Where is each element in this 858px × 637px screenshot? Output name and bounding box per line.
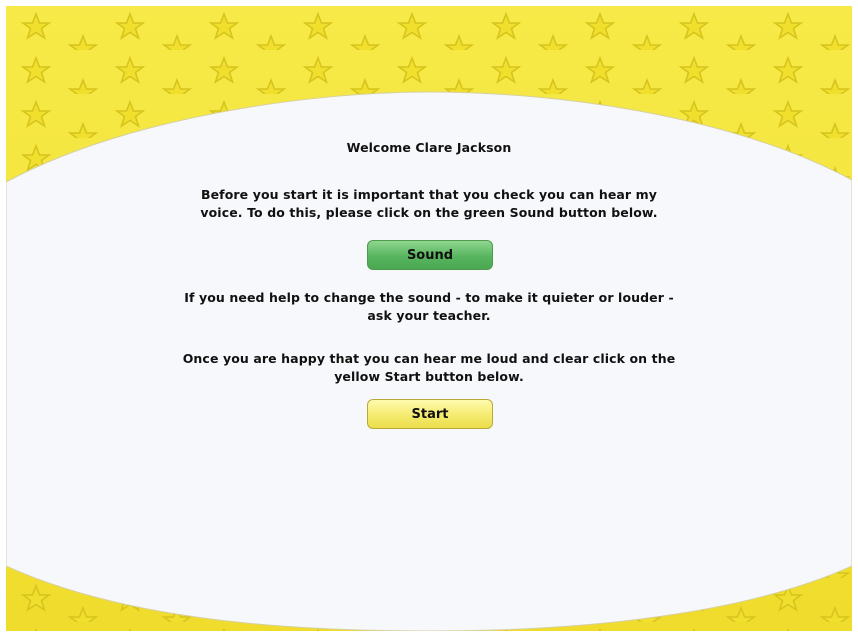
start-button[interactable]: Start: [367, 399, 493, 429]
welcome-heading: Welcome Clare Jackson: [346, 140, 512, 155]
sound-button[interactable]: Sound: [367, 240, 493, 270]
sound-check-instructions: Before you start it is important that yo…: [6, 186, 852, 222]
help-line-1: If you need help to change the sound - t…: [184, 290, 674, 305]
help-line-2: ask your teacher.: [367, 308, 491, 323]
sound-check-line-1: Before you start it is important that yo…: [200, 187, 658, 202]
welcome-panel: Welcome Clare Jackson Before you start i…: [6, 6, 852, 631]
sound-check-line-2: voice. To do this, please click on the g…: [200, 205, 658, 220]
help-instructions: If you need help to change the sound - t…: [6, 289, 852, 325]
start-line-2: yellow Start button below.: [334, 369, 524, 384]
start-line-1: Once you are happy that you can hear me …: [182, 351, 676, 366]
app-window: Welcome Clare Jackson Before you start i…: [6, 6, 852, 631]
start-instructions: Once you are happy that you can hear me …: [6, 350, 852, 386]
